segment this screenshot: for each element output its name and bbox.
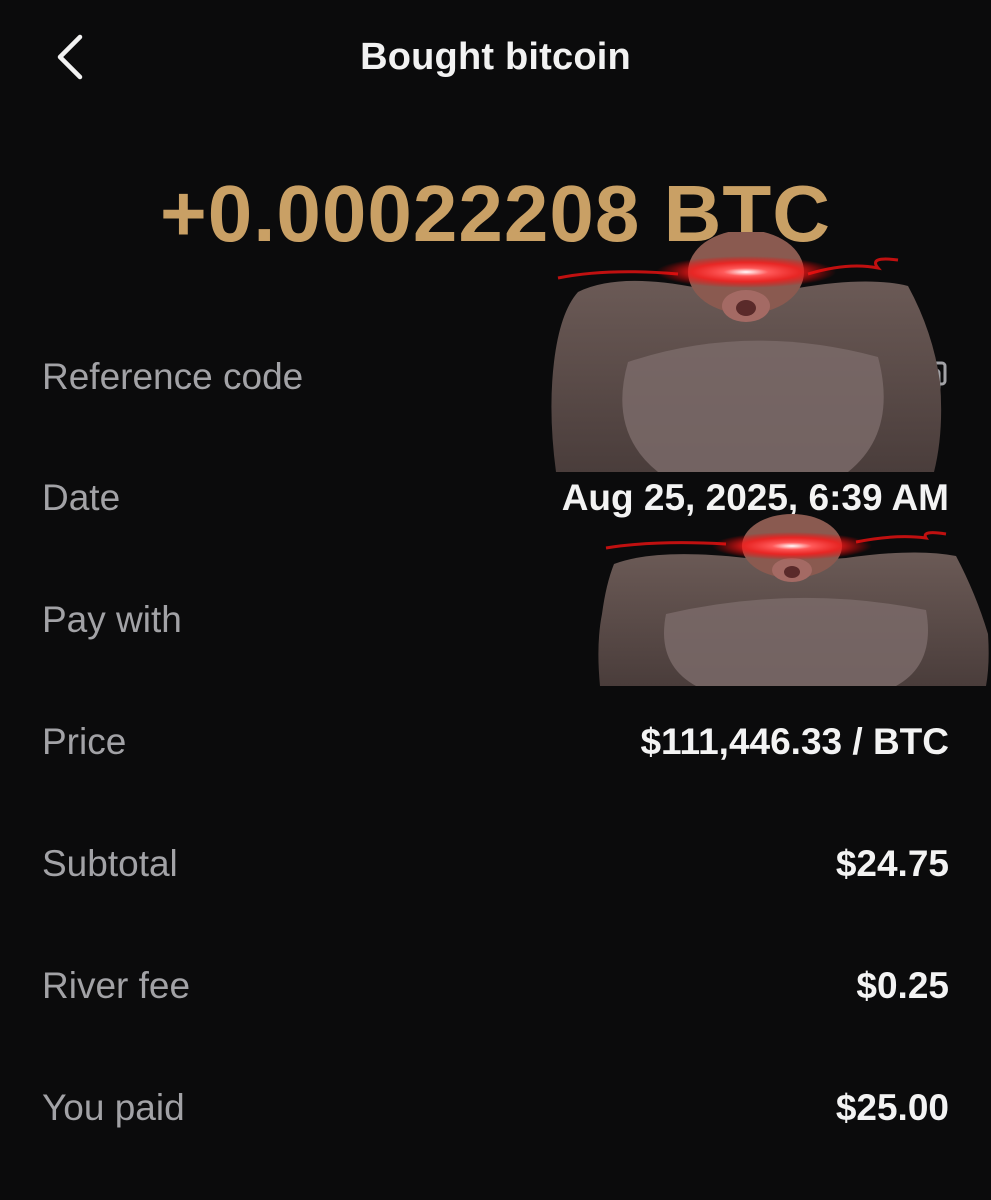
subtotal-label: Subtotal xyxy=(42,843,178,884)
pay-with-row: Pay with xyxy=(42,590,949,650)
pay-with-label: Pay with xyxy=(42,599,182,640)
reference-code-row: Reference code xyxy=(42,347,949,407)
price-row: Price $111,446.33 / BTC xyxy=(42,712,949,772)
reference-code-label: Reference code xyxy=(42,356,304,397)
river-fee-row: River fee $0.25 xyxy=(42,956,949,1016)
river-fee-value: $0.25 xyxy=(856,965,949,1006)
page-title: Bought bitcoin xyxy=(360,36,631,78)
date-value: Aug 25, 2025, 6:39 AM xyxy=(561,477,949,518)
you-paid-row: You paid $25.00 xyxy=(42,1078,949,1138)
date-row: Date Aug 25, 2025, 6:39 AM xyxy=(42,468,949,528)
you-paid-label: You paid xyxy=(42,1087,185,1128)
you-paid-value: $25.00 xyxy=(835,1087,949,1128)
btc-amount: +0.00022208 BTC xyxy=(159,169,831,258)
copy-icon[interactable] xyxy=(915,360,949,394)
river-fee-label: River fee xyxy=(42,965,191,1006)
price-value: $111,446.33 / BTC xyxy=(640,721,949,762)
date-label: Date xyxy=(42,477,121,518)
top-bar: Bought bitcoin xyxy=(0,0,991,116)
subtotal-value: $24.75 xyxy=(835,843,949,884)
subtotal-row: Subtotal $24.75 xyxy=(42,834,949,894)
price-label: Price xyxy=(42,721,127,762)
